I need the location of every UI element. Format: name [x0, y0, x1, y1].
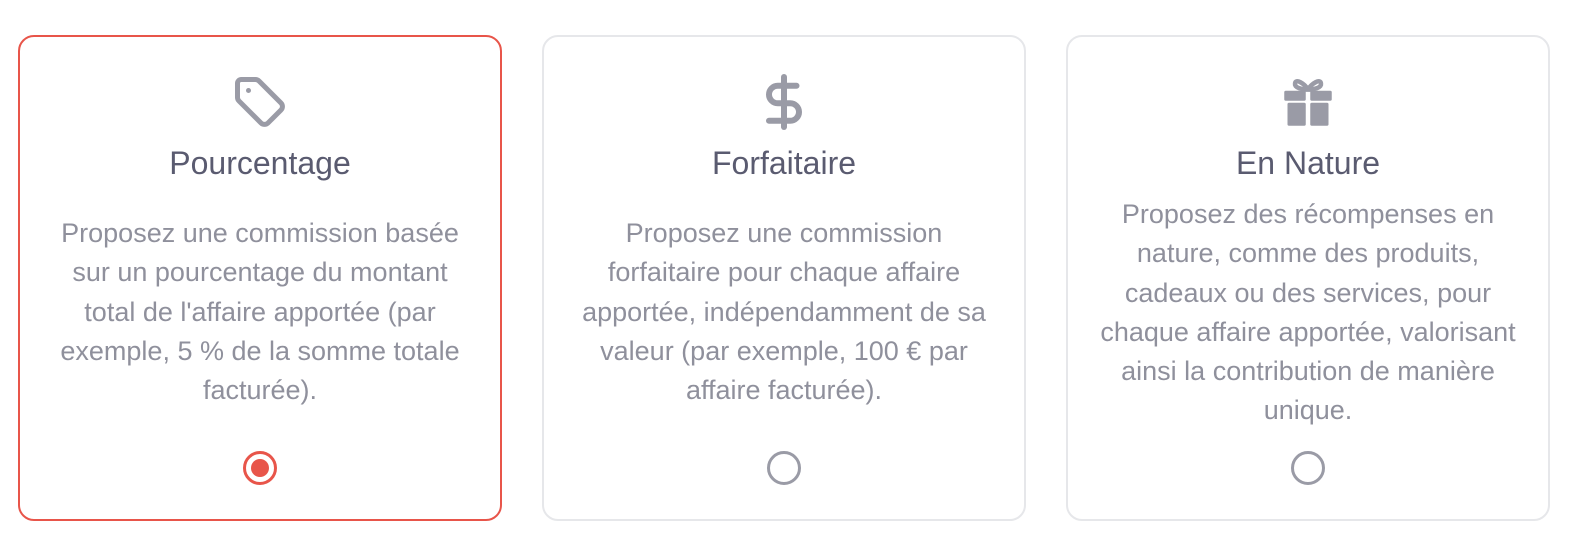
- option-title: En Nature: [1235, 145, 1381, 181]
- option-card-flat-rate[interactable]: Forfaitaire Proposez une commission forf…: [542, 35, 1026, 521]
- option-description: Proposez des récompenses en nature, comm…: [1100, 199, 1516, 426]
- option-title: Pourcentage: [169, 145, 351, 181]
- option-title: Forfaitaire: [711, 145, 857, 181]
- option-card-in-kind[interactable]: En Nature Proposez des récompenses en na…: [1066, 35, 1550, 521]
- option-description: Proposez une commission forfaitaire pour…: [582, 218, 986, 406]
- gift-icon: [1276, 70, 1340, 134]
- tag-icon: [228, 70, 292, 134]
- option-radio-percentage[interactable]: [243, 451, 277, 485]
- commission-type-selector: Pourcentage Proposez une commission basé…: [0, 0, 1596, 555]
- option-radio-in-kind[interactable]: [1291, 451, 1325, 485]
- option-description: Proposez une commission basée sur un pou…: [60, 218, 460, 406]
- option-radio-flat-rate[interactable]: [767, 451, 801, 485]
- dollar-icon: [752, 70, 816, 134]
- option-card-percentage[interactable]: Pourcentage Proposez une commission basé…: [18, 35, 502, 521]
- radio-selected-dot: [251, 459, 269, 477]
